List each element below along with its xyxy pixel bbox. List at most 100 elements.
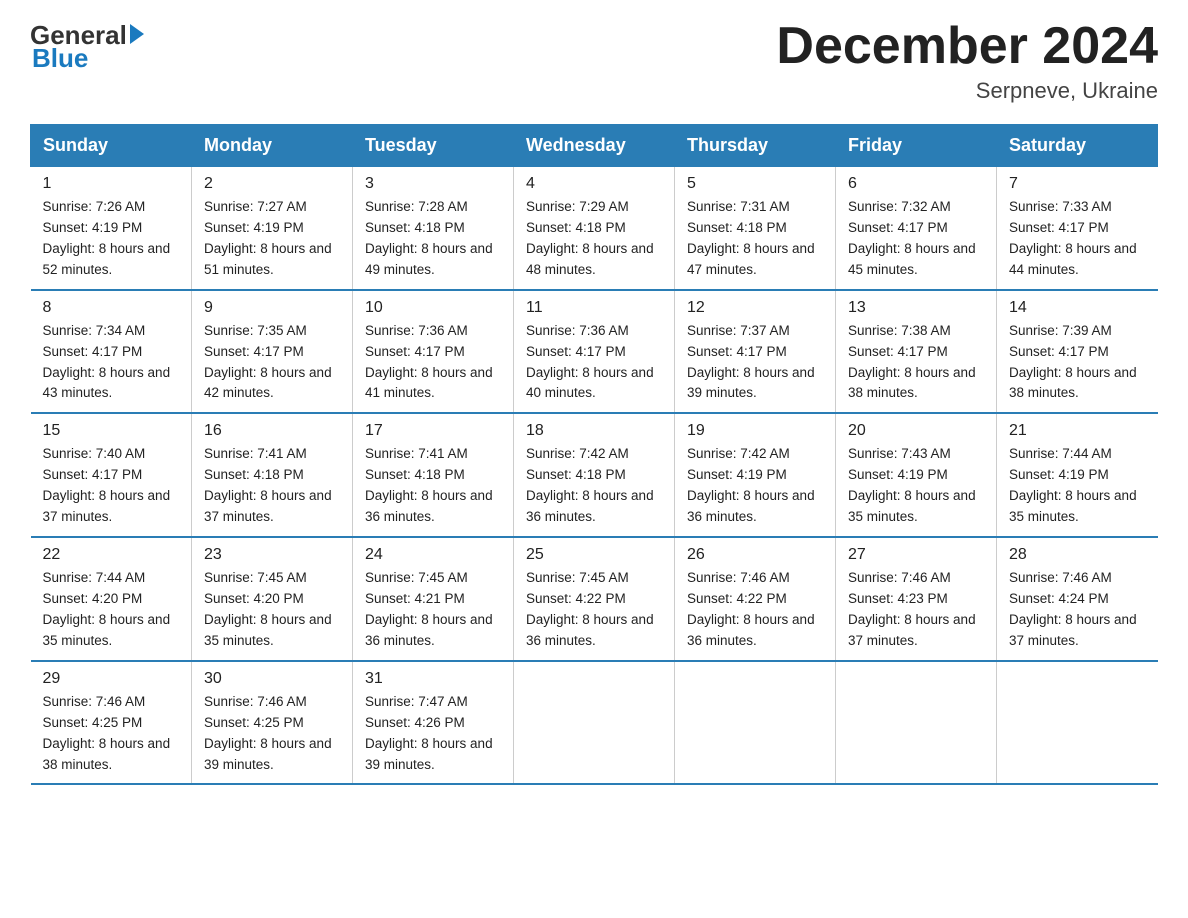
- day-cell: 13 Sunrise: 7:38 AMSunset: 4:17 PMDayligh…: [836, 290, 997, 414]
- location: Serpneve, Ukraine: [776, 78, 1158, 104]
- header-wednesday: Wednesday: [514, 125, 675, 167]
- day-info: Sunrise: 7:37 AMSunset: 4:17 PMDaylight:…: [687, 321, 823, 405]
- day-number: 21: [1009, 422, 1146, 440]
- day-cell: 27 Sunrise: 7:46 AMSunset: 4:23 PMDayligh…: [836, 537, 997, 661]
- day-number: 20: [848, 422, 984, 440]
- day-cell: 29 Sunrise: 7:46 AMSunset: 4:25 PMDayligh…: [31, 661, 192, 785]
- day-cell: 16Sunrise: 7:41 AMSunset: 4:18 PMDayligh…: [192, 413, 353, 537]
- day-cell: 24 Sunrise: 7:45 AMSunset: 4:21 PMDayligh…: [353, 537, 514, 661]
- header-monday: Monday: [192, 125, 353, 167]
- logo-blue-text: Blue: [32, 43, 88, 74]
- day-info: Sunrise: 7:46 AMSunset: 4:23 PMDaylight:…: [848, 568, 984, 652]
- day-info: Sunrise: 7:31 AMSunset: 4:18 PMDaylight:…: [687, 197, 823, 281]
- day-number: 15: [43, 422, 180, 440]
- day-cell: 25 Sunrise: 7:45 AMSunset: 4:22 PMDayligh…: [514, 537, 675, 661]
- logo-arrow-icon: [130, 24, 144, 44]
- day-cell: 21 Sunrise: 7:44 AMSunset: 4:19 PMDayligh…: [997, 413, 1158, 537]
- day-info: Sunrise: 7:41 AMSunset: 4:18 PMDaylight:…: [365, 444, 501, 528]
- day-number: 25: [526, 546, 662, 564]
- day-cell: [997, 661, 1158, 785]
- day-cell: 12Sunrise: 7:37 AMSunset: 4:17 PMDayligh…: [675, 290, 836, 414]
- day-info: Sunrise: 7:46 AMSunset: 4:22 PMDaylight:…: [687, 568, 823, 652]
- day-number: 26: [687, 546, 823, 564]
- day-info: Sunrise: 7:35 AMSunset: 4:17 PMDaylight:…: [204, 321, 340, 405]
- week-row-2: 8 Sunrise: 7:34 AMSunset: 4:17 PMDaylight…: [31, 290, 1158, 414]
- day-cell: 2Sunrise: 7:27 AMSunset: 4:19 PMDaylight…: [192, 167, 353, 290]
- title-block: December 2024 Serpneve, Ukraine: [776, 20, 1158, 104]
- day-info: Sunrise: 7:47 AMSunset: 4:26 PMDaylight:…: [365, 692, 501, 776]
- day-number: 11: [526, 299, 662, 317]
- page-header: General Blue December 2024 Serpneve, Ukr…: [30, 20, 1158, 104]
- day-info: Sunrise: 7:36 AMSunset: 4:17 PMDaylight:…: [365, 321, 501, 405]
- day-info: Sunrise: 7:34 AMSunset: 4:17 PMDaylight:…: [43, 321, 180, 405]
- day-info: Sunrise: 7:42 AMSunset: 4:18 PMDaylight:…: [526, 444, 662, 528]
- day-info: Sunrise: 7:44 AMSunset: 4:20 PMDaylight:…: [43, 568, 180, 652]
- day-info: Sunrise: 7:46 AMSunset: 4:25 PMDaylight:…: [43, 692, 180, 776]
- day-number: 4: [526, 175, 662, 193]
- day-info: Sunrise: 7:45 AMSunset: 4:21 PMDaylight:…: [365, 568, 501, 652]
- week-row-5: 29 Sunrise: 7:46 AMSunset: 4:25 PMDayligh…: [31, 661, 1158, 785]
- header-friday: Friday: [836, 125, 997, 167]
- day-number: 31: [365, 670, 501, 688]
- day-cell: 6Sunrise: 7:32 AMSunset: 4:17 PMDaylight…: [836, 167, 997, 290]
- day-cell: [675, 661, 836, 785]
- day-info: Sunrise: 7:29 AMSunset: 4:18 PMDaylight:…: [526, 197, 662, 281]
- day-info: Sunrise: 7:32 AMSunset: 4:17 PMDaylight:…: [848, 197, 984, 281]
- day-cell: 8 Sunrise: 7:34 AMSunset: 4:17 PMDaylight…: [31, 290, 192, 414]
- day-info: Sunrise: 7:44 AMSunset: 4:19 PMDaylight:…: [1009, 444, 1146, 528]
- day-cell: 26 Sunrise: 7:46 AMSunset: 4:22 PMDayligh…: [675, 537, 836, 661]
- day-number: 17: [365, 422, 501, 440]
- day-info: Sunrise: 7:36 AMSunset: 4:17 PMDaylight:…: [526, 321, 662, 405]
- day-info: Sunrise: 7:40 AMSunset: 4:17 PMDaylight:…: [43, 444, 180, 528]
- day-number: 3: [365, 175, 501, 193]
- day-number: 29: [43, 670, 180, 688]
- day-cell: 3Sunrise: 7:28 AMSunset: 4:18 PMDaylight…: [353, 167, 514, 290]
- header-saturday: Saturday: [997, 125, 1158, 167]
- day-cell: 17 Sunrise: 7:41 AMSunset: 4:18 PMDayligh…: [353, 413, 514, 537]
- day-info: Sunrise: 7:39 AMSunset: 4:17 PMDaylight:…: [1009, 321, 1146, 405]
- week-row-1: 1 Sunrise: 7:26 AMSunset: 4:19 PMDaylight…: [31, 167, 1158, 290]
- day-cell: 10Sunrise: 7:36 AMSunset: 4:17 PMDayligh…: [353, 290, 514, 414]
- day-number: 23: [204, 546, 340, 564]
- day-cell: 30 Sunrise: 7:46 AMSunset: 4:25 PMDayligh…: [192, 661, 353, 785]
- day-number: 5: [687, 175, 823, 193]
- day-number: 19: [687, 422, 823, 440]
- day-info: Sunrise: 7:26 AMSunset: 4:19 PMDaylight:…: [43, 197, 180, 281]
- day-info: Sunrise: 7:45 AMSunset: 4:22 PMDaylight:…: [526, 568, 662, 652]
- day-info: Sunrise: 7:46 AMSunset: 4:24 PMDaylight:…: [1009, 568, 1146, 652]
- day-number: 1: [43, 175, 180, 193]
- day-number: 13: [848, 299, 984, 317]
- header-sunday: Sunday: [31, 125, 192, 167]
- day-cell: 19Sunrise: 7:42 AMSunset: 4:19 PMDayligh…: [675, 413, 836, 537]
- day-cell: [514, 661, 675, 785]
- day-number: 9: [204, 299, 340, 317]
- day-number: 8: [43, 299, 180, 317]
- week-row-4: 22 Sunrise: 7:44 AMSunset: 4:20 PMDayligh…: [31, 537, 1158, 661]
- day-cell: 31 Sunrise: 7:47 AMSunset: 4:26 PMDayligh…: [353, 661, 514, 785]
- day-number: 27: [848, 546, 984, 564]
- day-number: 28: [1009, 546, 1146, 564]
- day-info: Sunrise: 7:43 AMSunset: 4:19 PMDaylight:…: [848, 444, 984, 528]
- logo: General Blue: [30, 20, 144, 74]
- day-cell: 14 Sunrise: 7:39 AMSunset: 4:17 PMDayligh…: [997, 290, 1158, 414]
- day-number: 22: [43, 546, 180, 564]
- month-title: December 2024: [776, 20, 1158, 72]
- day-cell: 20 Sunrise: 7:43 AMSunset: 4:19 PMDayligh…: [836, 413, 997, 537]
- header-thursday: Thursday: [675, 125, 836, 167]
- day-cell: 28 Sunrise: 7:46 AMSunset: 4:24 PMDayligh…: [997, 537, 1158, 661]
- day-number: 30: [204, 670, 340, 688]
- day-cell: 7Sunrise: 7:33 AMSunset: 4:17 PMDaylight…: [997, 167, 1158, 290]
- day-number: 16: [204, 422, 340, 440]
- day-cell: 1 Sunrise: 7:26 AMSunset: 4:19 PMDaylight…: [31, 167, 192, 290]
- day-cell: 11 Sunrise: 7:36 AMSunset: 4:17 PMDayligh…: [514, 290, 675, 414]
- day-number: 24: [365, 546, 501, 564]
- week-row-3: 15 Sunrise: 7:40 AMSunset: 4:17 PMDayligh…: [31, 413, 1158, 537]
- day-info: Sunrise: 7:46 AMSunset: 4:25 PMDaylight:…: [204, 692, 340, 776]
- day-cell: 15 Sunrise: 7:40 AMSunset: 4:17 PMDayligh…: [31, 413, 192, 537]
- day-cell: 18Sunrise: 7:42 AMSunset: 4:18 PMDayligh…: [514, 413, 675, 537]
- day-info: Sunrise: 7:33 AMSunset: 4:17 PMDaylight:…: [1009, 197, 1146, 281]
- header-tuesday: Tuesday: [353, 125, 514, 167]
- day-number: 14: [1009, 299, 1146, 317]
- day-info: Sunrise: 7:38 AMSunset: 4:17 PMDaylight:…: [848, 321, 984, 405]
- day-info: Sunrise: 7:45 AMSunset: 4:20 PMDaylight:…: [204, 568, 340, 652]
